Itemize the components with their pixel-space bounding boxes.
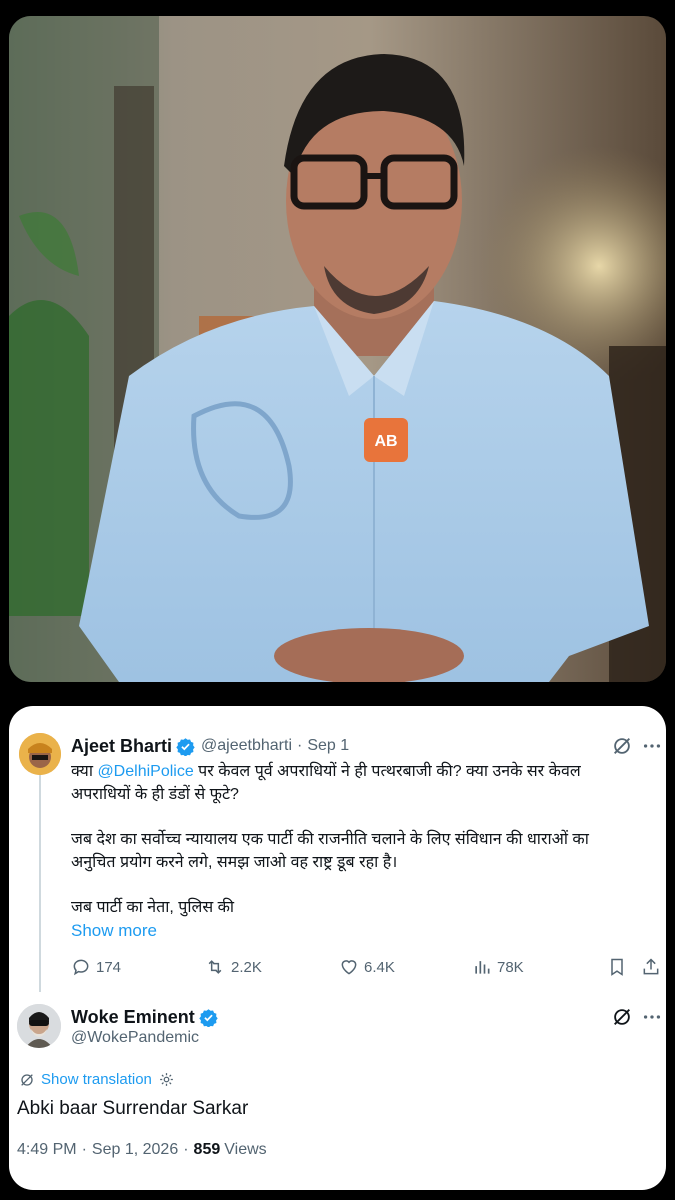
separator-dot: · <box>81 1141 87 1158</box>
parent-tweet-header: Ajeet Bharti @ajeetbharti · Sep 1 <box>71 735 349 757</box>
reply-author-name[interactable]: Woke Eminent <box>71 1007 195 1028</box>
thread-line <box>39 774 41 992</box>
mic-logo: AB <box>374 433 397 450</box>
reply-author-handle[interactable]: @WokePandemic <box>71 1029 199 1047</box>
heart-icon <box>341 960 357 975</box>
woke-eminent-avatar[interactable] <box>17 1004 61 1048</box>
author-handle[interactable]: @ajeetbharti <box>201 737 292 755</box>
analytics-icon <box>475 961 490 974</box>
verified-badge-icon <box>199 1008 218 1027</box>
video-frame[interactable]: AB <box>9 16 666 682</box>
reply-button[interactable]: 174 <box>71 957 121 977</box>
grok-icon[interactable] <box>611 735 633 757</box>
mention-link[interactable]: @DelhiPolice <box>97 763 193 780</box>
share-icon[interactable] <box>641 957 661 977</box>
text-prefix: क्या <box>71 763 98 780</box>
grok-icon[interactable] <box>611 1006 633 1028</box>
tweet-screenshot-card: Ajeet Bharti @ajeetbharti · Sep 1 क्या @… <box>9 706 666 1190</box>
text-suffix: पर केवल पूर्व अपराधियों ने ही पत्थरबाजी … <box>193 763 581 780</box>
tweet-date[interactable]: Sep 1 <box>307 737 349 755</box>
tweet-full-date[interactable]: Sep 1, 2026 <box>92 1141 178 1159</box>
repost-icon <box>208 960 222 974</box>
paragraph-2-line-2: अनुचित प्रयोग करने लगे, समझ जाओ वह राष्ट… <box>71 854 398 871</box>
reply-count: 174 <box>96 958 122 976</box>
repost-button[interactable]: 2.2K <box>204 957 262 977</box>
views-count: 78K <box>497 958 524 976</box>
reply-tweet-text: Abki baar Surrendar Sarkar <box>17 1098 249 1119</box>
author-name[interactable]: Ajeet Bharti <box>71 736 172 757</box>
bookmark-icon[interactable] <box>607 957 627 977</box>
reply-views-label: Views <box>224 1141 267 1158</box>
show-translation-button[interactable]: Show translation <box>19 1071 175 1088</box>
more-options-icon[interactable] <box>641 1006 663 1028</box>
parent-tweet-paragraph-2: जब देश का सर्वोच्च न्यायालय एक पार्टी की… <box>71 828 656 874</box>
more-options-icon[interactable] <box>641 735 663 757</box>
verified-badge-icon <box>176 737 195 756</box>
tweet-time[interactable]: 4:49 PM <box>17 1141 77 1159</box>
separator-dot: · <box>183 1141 189 1158</box>
reply-views-count: 859 <box>193 1141 221 1158</box>
text-line-2: अपराधियों के ही डंडों से फूटे? <box>71 786 239 803</box>
show-translation-label: Show translation <box>41 1071 152 1088</box>
like-button[interactable]: 6.4K <box>339 957 395 977</box>
separator-dot: · <box>297 737 303 754</box>
paragraph-2-line-1: जब देश का सर्वोच्च न्यायालय एक पार्टी की… <box>71 831 589 848</box>
like-count: 6.4K <box>364 958 395 976</box>
gear-icon[interactable] <box>158 1071 175 1088</box>
video-still: AB <box>9 16 666 682</box>
paragraph-3-line-1: जब पार्टी का नेता, पुलिस की <box>71 899 235 916</box>
reply-icon <box>73 959 89 976</box>
grok-icon <box>21 1073 33 1086</box>
ajeet-bharti-avatar[interactable] <box>19 733 61 775</box>
show-more-link[interactable]: Show more <box>71 919 157 942</box>
views-button[interactable]: 78K <box>472 957 524 977</box>
tweet-timestamp: 4:49 PM · Sep 1, 2026 · 859 Views <box>17 1141 267 1159</box>
reply-tweet-header: Woke Eminent <box>71 1006 218 1028</box>
parent-tweet-text: क्या @DelhiPolice पर केवल पूर्व अपराधियो… <box>71 760 656 806</box>
repost-count: 2.2K <box>231 958 262 976</box>
